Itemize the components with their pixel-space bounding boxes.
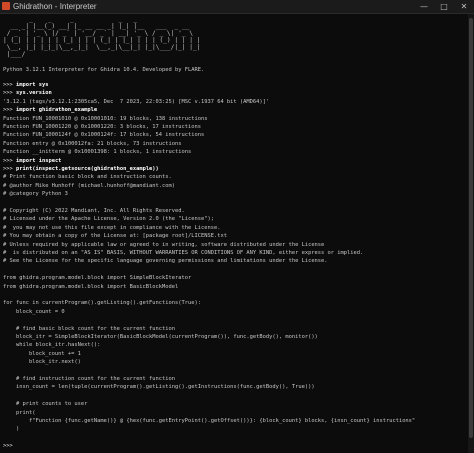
vertical-scrollbar[interactable] (468, 14, 474, 453)
output-line: # You may obtain a copy of the License a… (3, 233, 227, 240)
banner-line: __ _| |__(_) __| |_ __ __ _| |_| |__ ___… (3, 23, 190, 30)
prompt-line: >>> import sys (3, 82, 49, 88)
output-line: Function entry @ 0x100012fa: 21 blocks, … (3, 140, 182, 147)
maximize-button[interactable]: □ (434, 0, 454, 13)
output-line: ) (3, 426, 20, 433)
banner-line: | (_| | | | | | (_| | | | (_| | |_| | | … (3, 37, 201, 44)
output-line: Function FUN_10001010 @ 0x10001010: 19 b… (3, 115, 208, 122)
scrollbar-thumb[interactable] (469, 18, 473, 438)
interpreter-window: Ghidrathon - Interpreter — □ ✕ _ _ _ _ _… (0, 0, 474, 453)
banner-line: |___/ (3, 51, 26, 58)
output-line: # Unless required by applicable law or a… (3, 241, 325, 248)
output-line: Function FUN_10001220 @ 0x10001220: 3 bl… (3, 124, 201, 130)
output-line: # See the License for the specific langu… (3, 258, 328, 265)
output-line: # @author Mike Hunhoff (michael.hunhoff@… (3, 182, 176, 189)
output-line: # you may not use this file except in co… (3, 224, 221, 231)
output-line: '3.12.1 (tags/v3.12.1:2305ca5, Dec 7 202… (3, 98, 270, 105)
output-line: print( (3, 409, 36, 416)
output-line: # @category Python 3 (3, 191, 68, 198)
prompt-line: >>> (3, 443, 13, 450)
window-title: Ghidrathon - Interpreter (13, 2, 97, 11)
output-line: from ghidra.program.model.block import B… (3, 283, 179, 290)
output-line: block_itr = SimpleBlockIterator(BasicBlo… (3, 334, 318, 340)
app-icon (2, 2, 10, 10)
output-line: f"Function {func.getName()} @ {hex(func.… (3, 418, 416, 424)
output-line: Function __initterm @ 0x10001398: 1 bloc… (3, 149, 192, 156)
intro-text: Python 3.12.1 Interpreter for Ghidra 10.… (3, 67, 205, 73)
output-line: for func in currentProgram().getListing(… (3, 300, 201, 307)
output-line: block_count += 1 (3, 350, 81, 357)
output-line: # Copyright (C) 2022 Mandiant, Inc. All … (3, 208, 185, 214)
window-controls: — □ ✕ (414, 0, 474, 13)
output-line: Function FUN_1000124f @ 0x1000124f: 17 b… (3, 132, 205, 139)
prompt-line: >>> sys.version (3, 90, 52, 97)
output-line: # Print function basic block and instruc… (3, 174, 172, 181)
banner-line: / _` | '_ \ |/ _` | '__/ _` | __| '_ \ /… (3, 30, 193, 37)
output-line: while block_itr.hasNext(): (3, 342, 101, 349)
output-line: from ghidra.program.model.block import S… (3, 275, 192, 282)
prompt-line: >>> import ghidrathon_example (3, 107, 98, 114)
output-line: # find instruction count for the current… (3, 376, 176, 382)
output-line: insn_count = len(tuple(currentProgram().… (3, 384, 315, 391)
output-line: # Licensed under the Apache License, Ver… (3, 216, 214, 223)
banner-line: \__, |_| |_|_|\__,_|_| \__,_|\__|_| |_|\… (3, 44, 201, 51)
output-line: block_itr.next() (3, 359, 81, 366)
prompt-line: >>> print(inspect.getsource(ghidrathon_e… (3, 166, 159, 172)
close-button[interactable]: ✕ (454, 0, 474, 13)
console-output[interactable]: _ _ _ _ _ __ _| |__(_) __| |_ __ __ _| |… (0, 14, 468, 453)
banner-line: _ _ _ _ _ (3, 16, 138, 23)
output-line: block_count = 0 (3, 308, 65, 315)
title-bar[interactable]: Ghidrathon - Interpreter — □ ✕ (0, 0, 474, 14)
output-line: # find basic block count for the current… (3, 325, 176, 332)
minimize-button[interactable]: — (414, 0, 434, 13)
output-line: # print counts to user (3, 401, 88, 408)
output-line: # is distributed on an "AS IS" BASIS, WI… (3, 250, 364, 256)
prompt-line: >>> import inspect (3, 157, 62, 164)
